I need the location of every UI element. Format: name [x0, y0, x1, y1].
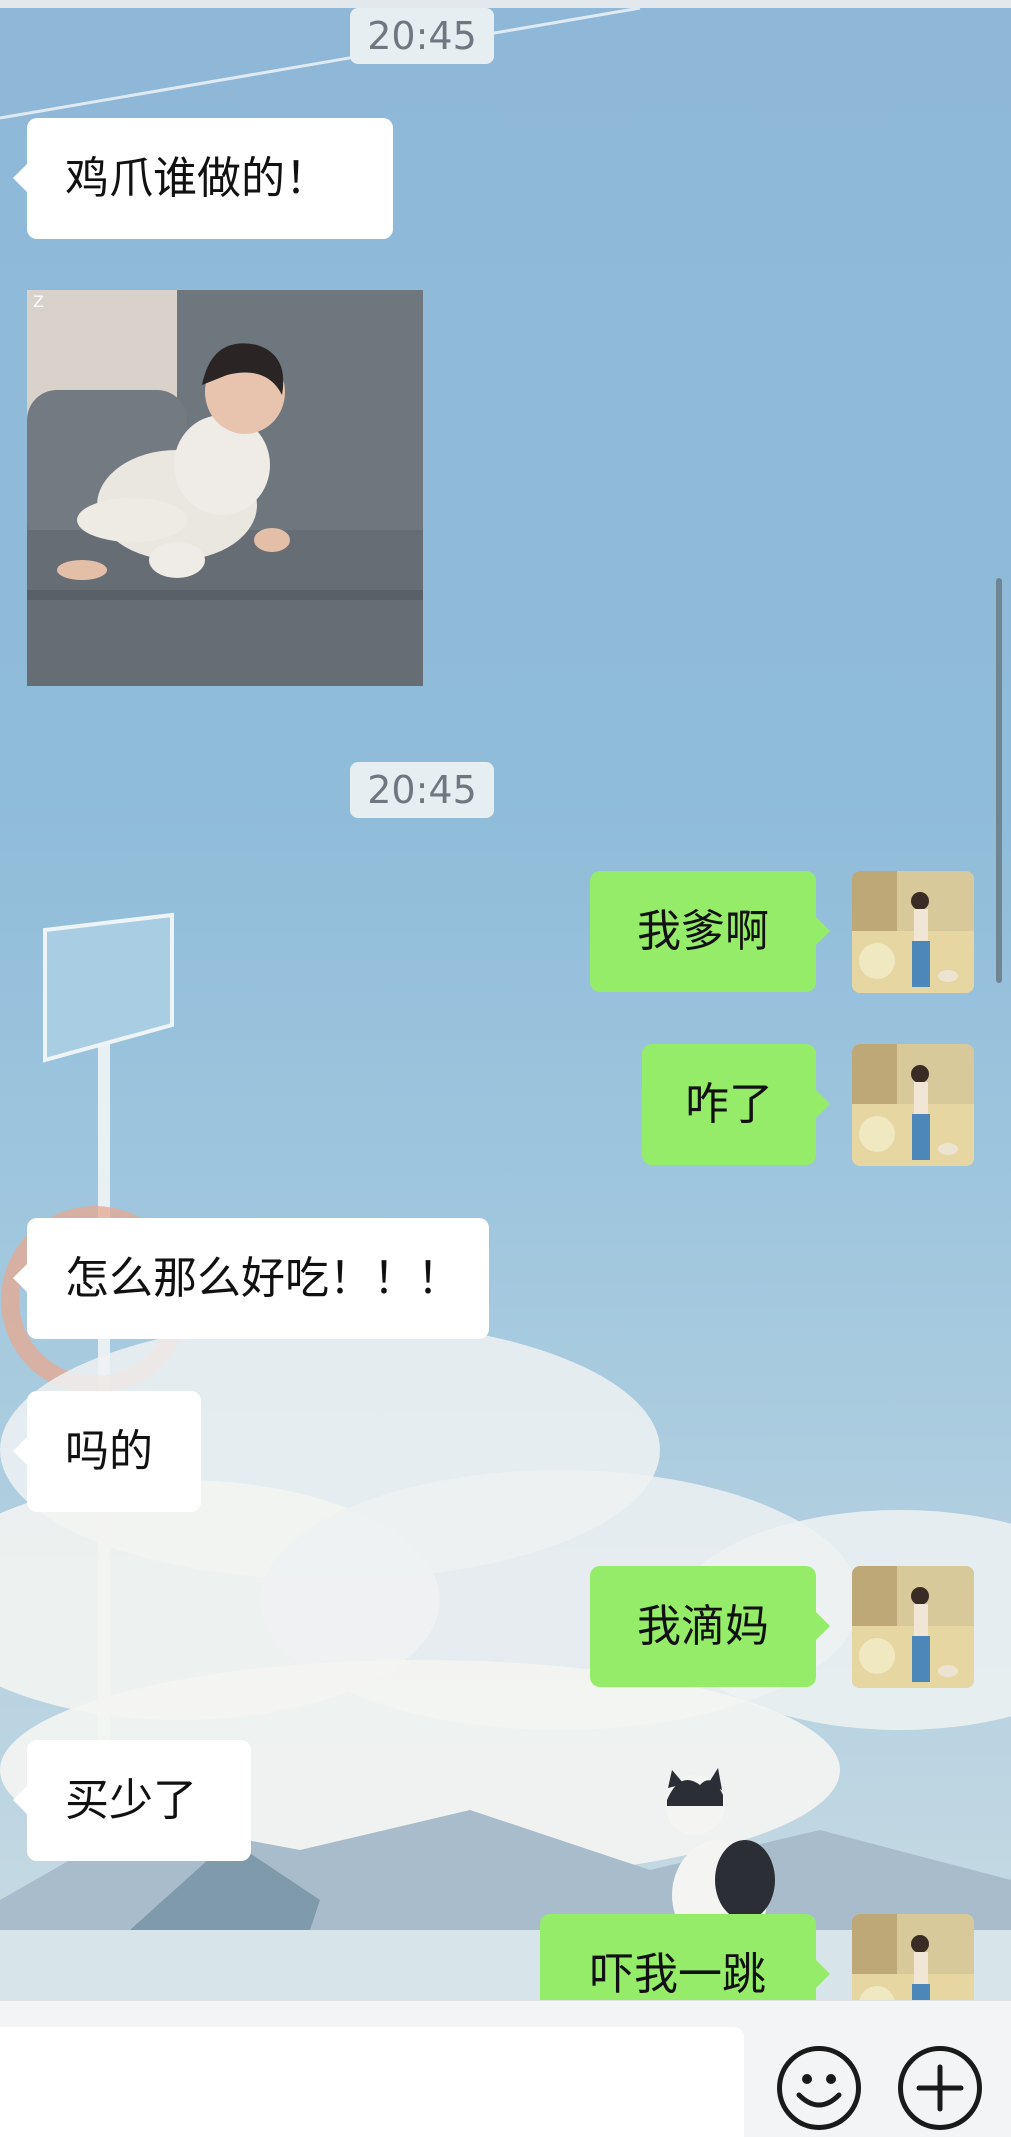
avatar-girl-icon: [852, 1044, 974, 1166]
received-message[interactable]: 吗的: [13, 1391, 201, 1512]
user-avatar[interactable]: [852, 1566, 974, 1688]
received-message[interactable]: 怎么那么好吃！！！: [13, 1218, 489, 1339]
baby-on-sofa-photo: [27, 290, 423, 686]
sent-message[interactable]: 吓我一跳: [540, 1914, 830, 2000]
user-avatar[interactable]: [852, 1914, 974, 2000]
top-edge: [0, 0, 1011, 8]
message-input[interactable]: [0, 2027, 744, 2137]
image-corner-label: Z: [33, 292, 44, 311]
received-message[interactable]: 鸡爪谁做的！: [13, 118, 393, 239]
input-bar: [0, 2000, 1011, 2137]
avatar-girl-icon: [852, 1566, 974, 1688]
received-message[interactable]: 买少了: [13, 1740, 251, 1861]
user-avatar[interactable]: [852, 1044, 974, 1166]
sent-message[interactable]: 咋了: [642, 1044, 830, 1165]
avatar-girl-icon: [852, 871, 974, 993]
received-image-message[interactable]: Z: [27, 290, 423, 686]
plus-icon: [916, 2064, 964, 2112]
timestamp: 20:45: [350, 8, 494, 64]
avatar-girl-icon: [852, 1914, 974, 2000]
user-avatar[interactable]: [852, 871, 974, 993]
sent-message[interactable]: 我滴妈: [590, 1566, 830, 1687]
sent-message[interactable]: 我爹啊: [590, 871, 830, 992]
emoji-button[interactable]: [777, 2046, 861, 2130]
scrollbar[interactable]: [996, 578, 1002, 983]
emoji-icon: [796, 2074, 842, 2108]
chat-area[interactable]: 20:45 鸡爪谁做的！ Z 20:45 我爹啊 咋了 怎么那么好吃！！！ 吗的…: [0, 0, 1011, 2000]
more-button[interactable]: [898, 2046, 982, 2130]
timestamp: 20:45: [350, 762, 494, 818]
